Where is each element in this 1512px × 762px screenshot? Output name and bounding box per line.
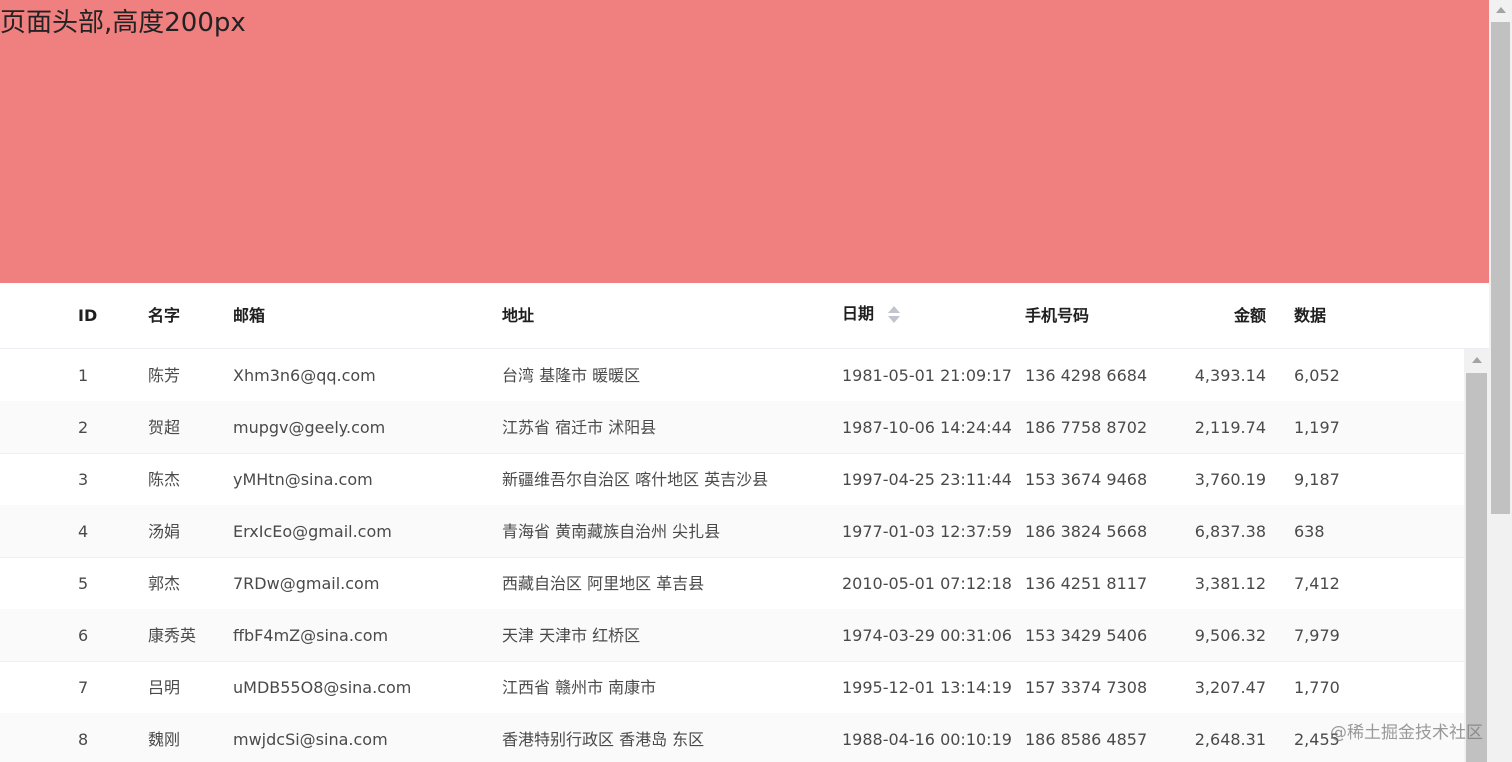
cell-data: 6,052 — [1294, 366, 1340, 385]
cell-phone: 157 3374 7308 — [1025, 678, 1148, 697]
cell-phone: 153 3429 5406 — [1025, 626, 1148, 645]
table-row[interactable]: 2 贺超 mupgv@geely.com 江苏省 宿迁市 沭阳县 1987-10… — [0, 401, 1464, 454]
table-row[interactable]: 5 郭杰 7RDw@gmail.com 西藏自治区 阿里地区 革吉县 2010-… — [0, 557, 1464, 610]
cell-address: 西藏自治区 阿里地区 革吉县 — [502, 574, 705, 593]
cell-data: 7,412 — [1294, 574, 1340, 593]
column-header-address: 地址 — [502, 306, 535, 325]
cell-data: 1,770 — [1294, 678, 1340, 697]
sort-descending-icon[interactable] — [888, 316, 900, 323]
page-scroll-thumb[interactable] — [1491, 22, 1510, 514]
cell-date: 1987-10-06 14:24:44 — [842, 418, 1012, 437]
cell-id: 3 — [78, 470, 89, 489]
cell-id: 6 — [78, 626, 89, 645]
cell-id: 8 — [78, 730, 89, 749]
page-header: 页面头部,高度200px — [0, 0, 1489, 283]
column-header-name: 名字 — [148, 306, 181, 325]
cell-email: yMHtn@sina.com — [233, 470, 373, 489]
table-row[interactable]: 6 康秀英 ffbF4mZ@sina.com 天津 天津市 红桥区 1974-0… — [0, 609, 1464, 662]
cell-email: Xhm3n6@qq.com — [233, 366, 376, 385]
page-scrollbar[interactable] — [1489, 0, 1512, 762]
table-scroll-thumb[interactable] — [1466, 373, 1487, 762]
cell-address: 天津 天津市 红桥区 — [502, 626, 641, 645]
table-header: ID 名字 邮箱 地址 日期 手机号码 金额 数据 — [0, 283, 1489, 349]
cell-name: 陈杰 — [148, 470, 181, 489]
cell-address: 台湾 基隆市 暖暖区 — [502, 366, 641, 385]
cell-amount: 3,760.19 — [1194, 470, 1266, 489]
cell-amount: 3,207.47 — [1194, 678, 1266, 697]
cell-data: 7,979 — [1294, 626, 1340, 645]
cell-email: ErxIcEo@gmail.com — [233, 522, 392, 541]
cell-date: 2010-05-01 07:12:18 — [842, 574, 1012, 593]
page-scroll-up-arrow-icon[interactable] — [1489, 0, 1512, 20]
page: 页面头部,高度200px ID 名字 邮箱 地址 日期 手机号码 金额 数据 1… — [0, 0, 1512, 762]
table-row[interactable]: 7 吕明 uMDB55O8@sina.com 江西省 赣州市 南康市 1995-… — [0, 661, 1464, 714]
table-row[interactable]: 4 汤娟 ErxIcEo@gmail.com 青海省 黄南藏族自治州 尖扎县 1… — [0, 505, 1464, 558]
cell-amount: 3,381.12 — [1194, 574, 1266, 593]
cell-email: 7RDw@gmail.com — [233, 574, 380, 593]
cell-name: 郭杰 — [148, 574, 181, 593]
cell-name: 贺超 — [148, 418, 181, 437]
watermark: @稀土掘金技术社区 — [1330, 723, 1483, 743]
cell-date: 1974-03-29 00:31:06 — [842, 626, 1012, 645]
cell-date: 1977-01-03 12:37:59 — [842, 522, 1012, 541]
cell-email: ffbF4mZ@sina.com — [233, 626, 389, 645]
column-header-date-label: 日期 — [842, 304, 875, 323]
cell-date: 1995-12-01 13:14:19 — [842, 678, 1012, 697]
cell-address: 香港特别行政区 香港岛 东区 — [502, 730, 705, 749]
sort-ascending-icon[interactable] — [888, 306, 900, 313]
cell-name: 吕明 — [148, 678, 181, 697]
cell-id: 5 — [78, 574, 89, 593]
sort-caret-icon[interactable] — [887, 306, 901, 324]
page-header-text: 页面头部,高度200px — [0, 8, 246, 38]
table-row[interactable]: 1 陈芳 Xhm3n6@qq.com 台湾 基隆市 暖暖区 1981-05-01… — [0, 349, 1464, 402]
cell-phone: 186 8586 4857 — [1025, 730, 1148, 749]
cell-data: 9,187 — [1294, 470, 1340, 489]
cell-email: mwjdcSi@sina.com — [233, 730, 388, 749]
cell-data: 638 — [1294, 522, 1325, 541]
cell-amount: 4,393.14 — [1194, 366, 1266, 385]
cell-phone: 186 7758 8702 — [1025, 418, 1148, 437]
cell-amount: 6,837.38 — [1194, 522, 1266, 541]
cell-amount: 9,506.32 — [1194, 626, 1266, 645]
cell-phone: 153 3674 9468 — [1025, 470, 1148, 489]
data-table: ID 名字 邮箱 地址 日期 手机号码 金额 数据 1 陈芳 Xhm3n6@qq… — [0, 283, 1489, 762]
cell-address: 江西省 赣州市 南康市 — [502, 678, 657, 697]
cell-phone: 136 4251 8117 — [1025, 574, 1148, 593]
cell-email: uMDB55O8@sina.com — [233, 678, 412, 697]
cell-phone: 186 3824 5668 — [1025, 522, 1148, 541]
cell-amount: 2,119.74 — [1194, 418, 1266, 437]
cell-id: 2 — [78, 418, 89, 437]
table-scroll-up-arrow-icon[interactable] — [1464, 349, 1489, 371]
cell-address: 新疆维吾尔自治区 喀什地区 英吉沙县 — [502, 470, 769, 489]
cell-date: 1997-04-25 23:11:44 — [842, 470, 1012, 489]
cell-date: 1981-05-01 21:09:17 — [842, 366, 1012, 385]
cell-data: 1,197 — [1294, 418, 1340, 437]
cell-amount: 2,648.31 — [1194, 730, 1266, 749]
column-header-data: 数据 — [1294, 306, 1327, 325]
table-scrollbar[interactable] — [1464, 349, 1489, 762]
cell-name: 康秀英 — [148, 626, 197, 645]
cell-id: 7 — [78, 678, 89, 697]
cell-phone: 136 4298 6684 — [1025, 366, 1148, 385]
cell-email: mupgv@geely.com — [233, 418, 386, 437]
table-row[interactable]: 8 魏刚 mwjdcSi@sina.com 香港特别行政区 香港岛 东区 198… — [0, 713, 1464, 762]
column-header-phone: 手机号码 — [1025, 306, 1090, 325]
table-row[interactable]: 3 陈杰 yMHtn@sina.com 新疆维吾尔自治区 喀什地区 英吉沙县 1… — [0, 453, 1464, 506]
cell-name: 魏刚 — [148, 730, 181, 749]
cell-name: 汤娟 — [148, 522, 181, 541]
cell-date: 1988-04-16 00:10:19 — [842, 730, 1012, 749]
column-header-date[interactable]: 日期 — [842, 283, 912, 348]
column-header-id: ID — [78, 306, 98, 325]
cell-address: 青海省 黄南藏族自治州 尖扎县 — [502, 522, 721, 541]
cell-address: 江苏省 宿迁市 沭阳县 — [502, 418, 657, 437]
column-header-amount: 金额 — [1233, 306, 1266, 325]
column-header-email: 邮箱 — [233, 306, 266, 325]
cell-id: 1 — [78, 366, 89, 385]
cell-name: 陈芳 — [148, 366, 181, 385]
table-body: 1 陈芳 Xhm3n6@qq.com 台湾 基隆市 暖暖区 1981-05-01… — [0, 349, 1464, 762]
cell-id: 4 — [78, 522, 89, 541]
